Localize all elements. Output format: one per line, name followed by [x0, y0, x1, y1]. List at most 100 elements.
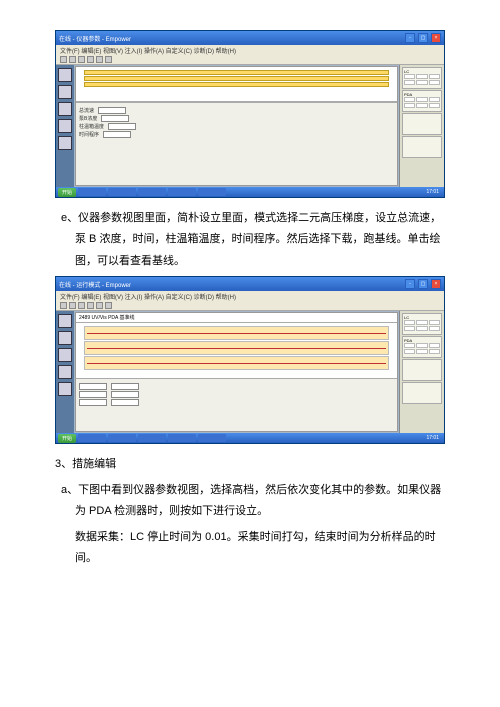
main-panel: 2489 UV/Vis PDA 基准线 [75, 312, 398, 432]
input [111, 391, 139, 398]
cell [404, 97, 415, 102]
maximize-icon: ▢ [418, 33, 428, 43]
task-item [138, 434, 166, 442]
input [79, 383, 107, 390]
cell [404, 103, 415, 108]
sidebar-icon [58, 348, 72, 362]
chart-title: 2489 UV/Vis PDA 基准线 [76, 313, 397, 323]
cell [429, 97, 440, 102]
maximize-icon: ▢ [418, 279, 428, 289]
cell [416, 349, 427, 354]
line [87, 363, 386, 364]
taskbar: 开始 17:01 [56, 187, 444, 197]
right-panel: LC PDA [399, 311, 444, 433]
cell [429, 74, 440, 79]
baseline-chart [84, 341, 389, 355]
paragraph-3: 3、措施编辑 [55, 454, 445, 475]
gradient-panel [76, 67, 397, 102]
input [108, 123, 136, 130]
task-item [168, 434, 196, 442]
form-row: 泵B浓度 [79, 115, 394, 122]
task-item [78, 434, 106, 442]
left-sidebar [56, 311, 74, 433]
window-title: 在线 - 仪器参数 - Empower [59, 34, 402, 43]
rp-grid [404, 74, 440, 85]
window-titlebar: 在线 - 仪器参数 - Empower - ▢ × [56, 31, 444, 45]
menubar: 文件(F) 编辑(E) 视图(V) 注入(I) 操作(A) 自定义(C) 诊断(… [56, 45, 444, 55]
cell [429, 320, 440, 325]
cell [416, 80, 427, 85]
input [101, 115, 129, 122]
minimize-icon: - [405, 279, 415, 289]
cell [404, 74, 415, 79]
tool-icon [60, 56, 67, 63]
cell [404, 326, 415, 331]
sidebar-icon [58, 136, 72, 150]
cell [404, 343, 415, 348]
form-row [79, 383, 394, 390]
rp-grid [404, 97, 440, 108]
clock: 17:01 [423, 435, 442, 441]
tool-icon [60, 302, 67, 309]
cell [429, 103, 440, 108]
form-row: 时间程序 [79, 131, 394, 138]
rp-section [402, 382, 442, 404]
sidebar-icon [58, 331, 72, 345]
strip [84, 76, 389, 81]
baseline-chart [84, 356, 389, 370]
task-item [138, 188, 166, 196]
close-icon: × [431, 33, 441, 43]
content-area: 总流速 泵B浓度 柱温箱温度 时间程序 LC [56, 65, 444, 187]
line [87, 348, 386, 349]
tool-icon [87, 56, 94, 63]
close-icon: × [431, 279, 441, 289]
right-panel: LC PDA [399, 65, 444, 187]
cell [416, 97, 427, 102]
rp-section: LC [402, 67, 442, 89]
rp-section: PDA [402, 90, 442, 112]
tool-icon [105, 56, 112, 63]
form-area: 总流速 泵B浓度 柱温箱温度 时间程序 [76, 102, 397, 185]
taskbar: 开始 17:01 [56, 433, 444, 443]
start-button: 开始 [58, 188, 76, 197]
cell [404, 80, 415, 85]
content-area: 2489 UV/Vis PDA 基准线 [56, 311, 444, 433]
rp-grid [404, 320, 440, 331]
rp-grid [404, 343, 440, 354]
rp-section: PDA [402, 336, 442, 358]
label: 泵B浓度 [79, 115, 97, 122]
window-title: 在线 - 运行模式 - Empower [59, 280, 402, 289]
sidebar-icon [58, 314, 72, 328]
chart-area [76, 323, 397, 378]
cell [429, 326, 440, 331]
rp-section [402, 113, 442, 135]
task-item [108, 434, 136, 442]
tool-icon [69, 56, 76, 63]
task-item [198, 434, 226, 442]
line [87, 333, 386, 334]
strip [84, 70, 389, 75]
tool-icon [78, 56, 85, 63]
tool-icon [87, 302, 94, 309]
start-button: 开始 [58, 434, 76, 443]
sidebar-icon [58, 365, 72, 379]
tool-icon [78, 302, 85, 309]
input [111, 383, 139, 390]
input [98, 107, 126, 114]
strip [84, 82, 389, 87]
paragraph-e: e、仪器参数视图里面，简朴设立里面，模式选择二元高压梯度，设立总流速，泵 B 浓… [55, 208, 445, 272]
cell [404, 320, 415, 325]
cell [416, 103, 427, 108]
tool-icon [105, 302, 112, 309]
form-row: 柱温箱温度 [79, 123, 394, 130]
input [111, 399, 139, 406]
task-item [198, 188, 226, 196]
screenshot-parameters: 在线 - 仪器参数 - Empower - ▢ × 文件(F) 编辑(E) 视图… [55, 30, 445, 198]
input [79, 399, 107, 406]
cell [429, 349, 440, 354]
toolbar [56, 301, 444, 311]
form-area [76, 378, 397, 431]
tool-icon [69, 302, 76, 309]
label: 时间程序 [79, 131, 99, 138]
left-sidebar [56, 65, 74, 187]
